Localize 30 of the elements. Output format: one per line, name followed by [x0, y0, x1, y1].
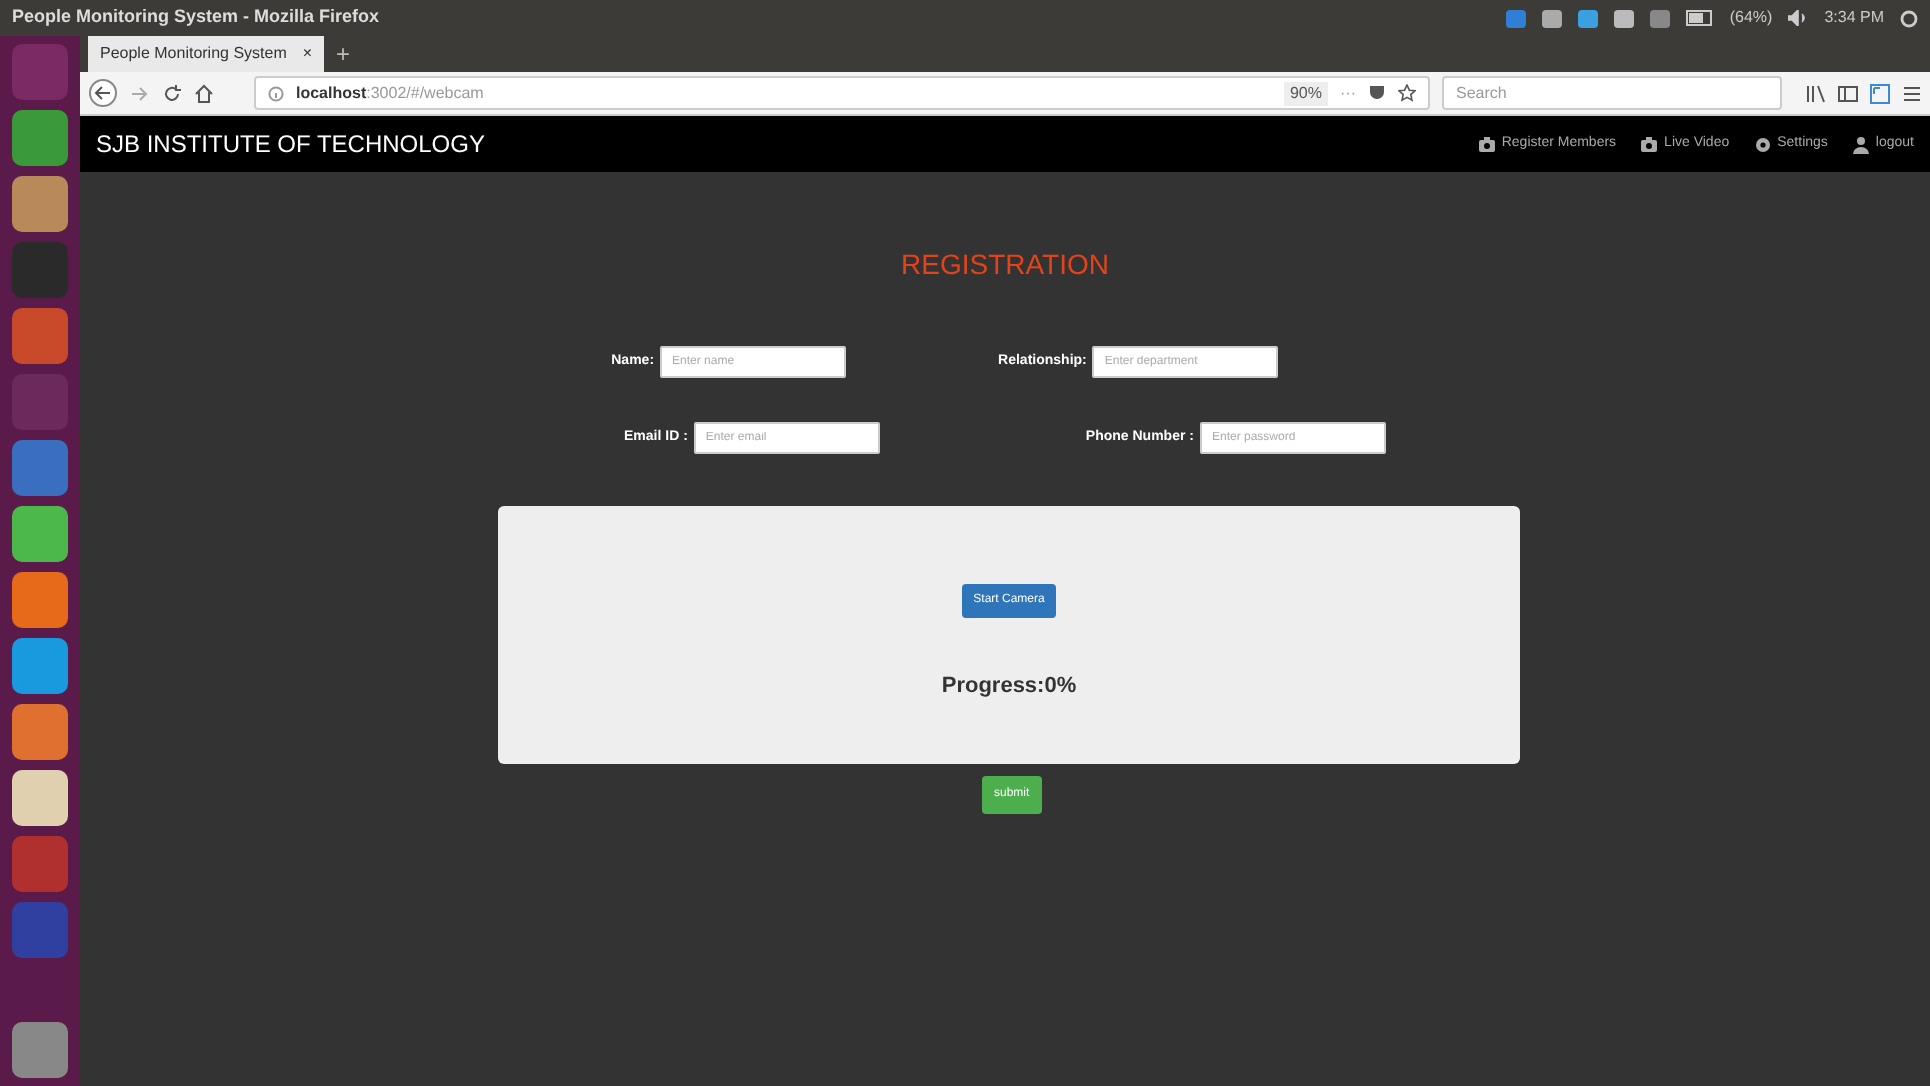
clock: 3:34 PM — [1824, 6, 1884, 30]
gear-icon — [1753, 135, 1772, 153]
url-text: localhost:3002/#/webcam — [296, 81, 484, 105]
info-icon — [268, 85, 284, 101]
star-icon[interactable] — [1398, 84, 1416, 102]
browser-tab[interactable]: People Monitoring System × — [88, 36, 324, 72]
app-brand[interactable]: SJB INSTITUTE OF TECHNOLOGY — [96, 126, 485, 162]
sidebar-icon[interactable] — [1838, 83, 1858, 103]
power-icon[interactable] — [1900, 9, 1918, 27]
library-icon[interactable] — [1806, 83, 1826, 103]
new-tab-button[interactable]: + — [324, 36, 363, 72]
zoom-level[interactable]: 90% — [1283, 81, 1328, 105]
reload-icon[interactable] — [162, 83, 182, 103]
address-bar[interactable]: localhost:3002/#/webcam 90% ··· — [254, 76, 1430, 110]
back-icon[interactable] — [88, 78, 118, 108]
page-heading: REGISTRATION — [899, 246, 1111, 284]
camera-icon — [1640, 135, 1659, 153]
menu-icon[interactable] — [1902, 83, 1922, 103]
window-title: People Monitoring System - Mozilla Firefox — [12, 4, 380, 31]
search-field[interactable]: Search — [1442, 76, 1782, 110]
camera-icon — [1477, 135, 1496, 153]
home-icon[interactable] — [194, 83, 214, 103]
tab-title: People Monitoring System — [100, 42, 287, 66]
volume-icon[interactable] — [1788, 10, 1809, 26]
progress-text: Progress:0% — [941, 672, 1077, 702]
battery-percent: (64%) — [1729, 6, 1773, 30]
user-icon — [1851, 135, 1870, 153]
screenshot-icon[interactable] — [1870, 83, 1890, 103]
close-tab-icon[interactable]: × — [302, 42, 312, 66]
battery-icon[interactable] — [1685, 10, 1714, 26]
